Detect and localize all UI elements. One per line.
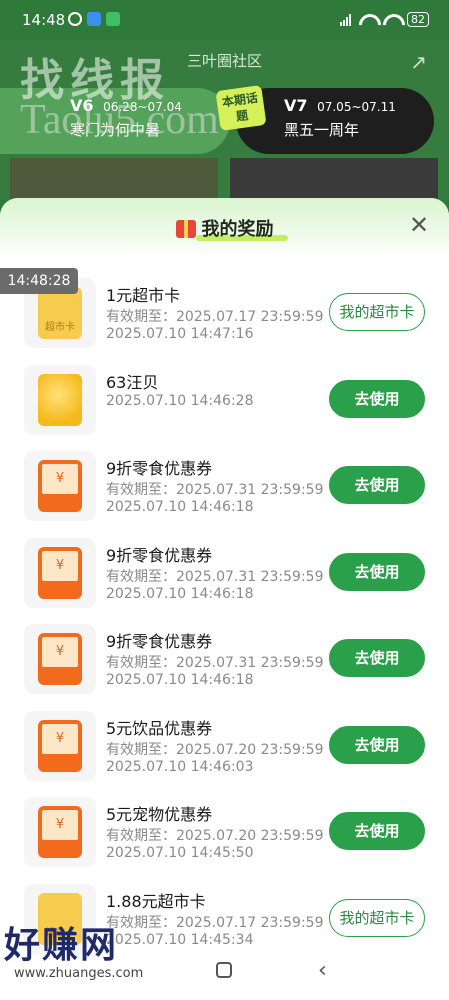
home-nav-button[interactable] <box>216 962 232 978</box>
coupon-icon <box>38 460 82 512</box>
reward-thumbnail <box>24 451 96 521</box>
reward-thumbnail <box>24 710 96 781</box>
rewards-sheet: 我的奖励 ✕ 1元超市卡 有效期至：2025.07.17 23:59:59 20… <box>0 198 449 1000</box>
reward-received-time: 2025.07.10 14:46:18 <box>106 499 254 515</box>
reward-received-time: 2025.07.10 14:46:18 <box>106 585 254 602</box>
app-notification-icon <box>106 12 120 26</box>
sheet-title-text: 我的奖励 <box>201 219 274 240</box>
reward-thumbnail <box>24 797 96 867</box>
reward-received-time: 2025.07.10 14:45:50 <box>106 845 254 861</box>
use-button[interactable]: 去使用 <box>329 466 425 504</box>
reward-expiry: 有效期至：2025.07.31 23:59:59 <box>106 482 324 498</box>
reward-thumbnail <box>24 364 96 435</box>
coupon-icon <box>38 546 82 599</box>
app-notification-icon <box>87 12 101 26</box>
reward-thumbnail <box>24 624 96 694</box>
status-notification-icons <box>68 12 120 26</box>
reward-received-time: 2025.07.10 14:46:28 <box>106 392 254 409</box>
community-header: 三叶圈社区 ↗ V6 06.28~07.04 寒门为何中暑 V7 07.05~0… <box>0 40 449 200</box>
use-button[interactable]: 去使用 <box>329 552 425 591</box>
watermark-url: Taolu5.com <box>20 97 219 143</box>
reward-received-time: 2025.07.10 14:47:16 <box>106 326 254 342</box>
list-item: 9折零食优惠券 有效期至：2025.07.31 23:59:59 2025.07… <box>0 616 449 703</box>
reward-expiry: 有效期至：2025.07.20 23:59:59 <box>106 828 324 844</box>
supermarket-card-icon <box>38 287 82 339</box>
watermark-url: www.zhuanges.com <box>14 966 144 981</box>
coupon-icon <box>38 633 82 685</box>
list-item: 9折零食优惠券 有效期至：2025.07.31 23:59:59 2025.07… <box>0 443 449 530</box>
use-button[interactable]: 去使用 <box>329 639 425 677</box>
reward-name: 5元宠物优惠券 <box>106 805 213 824</box>
my-supermarket-card-button[interactable]: 我的超市卡 <box>329 898 425 937</box>
use-button[interactable]: 去使用 <box>329 812 425 850</box>
reward-expiry: 有效期至：2025.07.31 23:59:59 <box>106 655 324 671</box>
reward-received-time: 2025.07.10 14:46:18 <box>106 672 254 688</box>
coin-icon <box>38 373 82 426</box>
reward-expiry: 有效期至：2025.07.20 23:59:59 <box>106 741 324 758</box>
rewards-list: 1元超市卡 有效期至：2025.07.17 23:59:59 2025.07.1… <box>0 270 449 962</box>
feed-image[interactable] <box>10 158 218 200</box>
reward-name: 9折零食优惠券 <box>106 545 213 565</box>
reward-name: 9折零食优惠券 <box>106 459 213 478</box>
promo-right-subtitle: 黑五一周年 <box>284 121 360 139</box>
signal-icon <box>340 13 351 26</box>
reward-received-time: 2025.07.10 14:46:03 <box>106 758 254 775</box>
reward-name: 1.88元超市卡 <box>106 891 206 911</box>
feed-preview <box>0 158 449 200</box>
alarm-icon <box>68 12 82 26</box>
reward-thumbnail <box>24 537 96 608</box>
share-icon[interactable]: ↗ <box>410 50 427 74</box>
battery-indicator: 82 <box>407 12 429 27</box>
coupon-icon <box>38 806 82 858</box>
gift-icon <box>175 220 196 238</box>
bottom-watermark: 好赚网 www.zhuanges.com <box>0 912 210 992</box>
use-button[interactable]: 去使用 <box>329 379 425 418</box>
list-item: 5元饮品优惠券 有效期至：2025.07.20 23:59:59 2025.07… <box>0 703 449 790</box>
watermark-logo-text: 好赚网 <box>4 924 119 966</box>
list-item: 9折零食优惠券 有效期至：2025.07.31 23:59:59 2025.07… <box>0 530 449 617</box>
reward-name: 9折零食优惠券 <box>106 632 213 651</box>
wifi-icon <box>383 14 399 26</box>
reward-name: 1元超市卡 <box>106 286 181 305</box>
reward-expiry: 有效期至：2025.07.17 23:59:59 <box>106 309 324 325</box>
status-bar: 14:48 82 <box>0 0 449 40</box>
screenshot-time-overlay: 14:48:28 <box>0 268 78 294</box>
promo-right-dates: 07.05~07.11 <box>317 100 396 114</box>
current-topic-badge: 本期话题 <box>215 84 267 132</box>
status-time: 14:48 <box>22 11 66 29</box>
list-item: 5元宠物优惠券 有效期至：2025.07.20 23:59:59 2025.07… <box>0 789 449 876</box>
status-right: 82 <box>340 12 429 27</box>
reward-name: 63汪贝 <box>106 372 159 392</box>
close-button[interactable]: ✕ <box>407 213 431 238</box>
my-supermarket-card-button[interactable]: 我的超市卡 <box>329 293 425 331</box>
coupon-icon <box>38 719 82 772</box>
back-nav-button[interactable]: ‹ <box>318 958 327 983</box>
use-button[interactable]: 去使用 <box>329 725 425 764</box>
wifi-icon <box>359 14 375 26</box>
reward-expiry: 有效期至：2025.07.31 23:59:59 <box>106 568 324 585</box>
promo-right-version: V7 <box>284 96 308 115</box>
feed-image[interactable] <box>230 158 438 200</box>
list-item: 63汪贝 2025.07.10 14:46:28 去使用 <box>0 357 449 444</box>
sheet-title: 我的奖励 <box>0 215 449 241</box>
reward-name: 5元饮品优惠券 <box>106 718 213 738</box>
rewards-sheet-header: 我的奖励 ✕ <box>0 198 449 258</box>
